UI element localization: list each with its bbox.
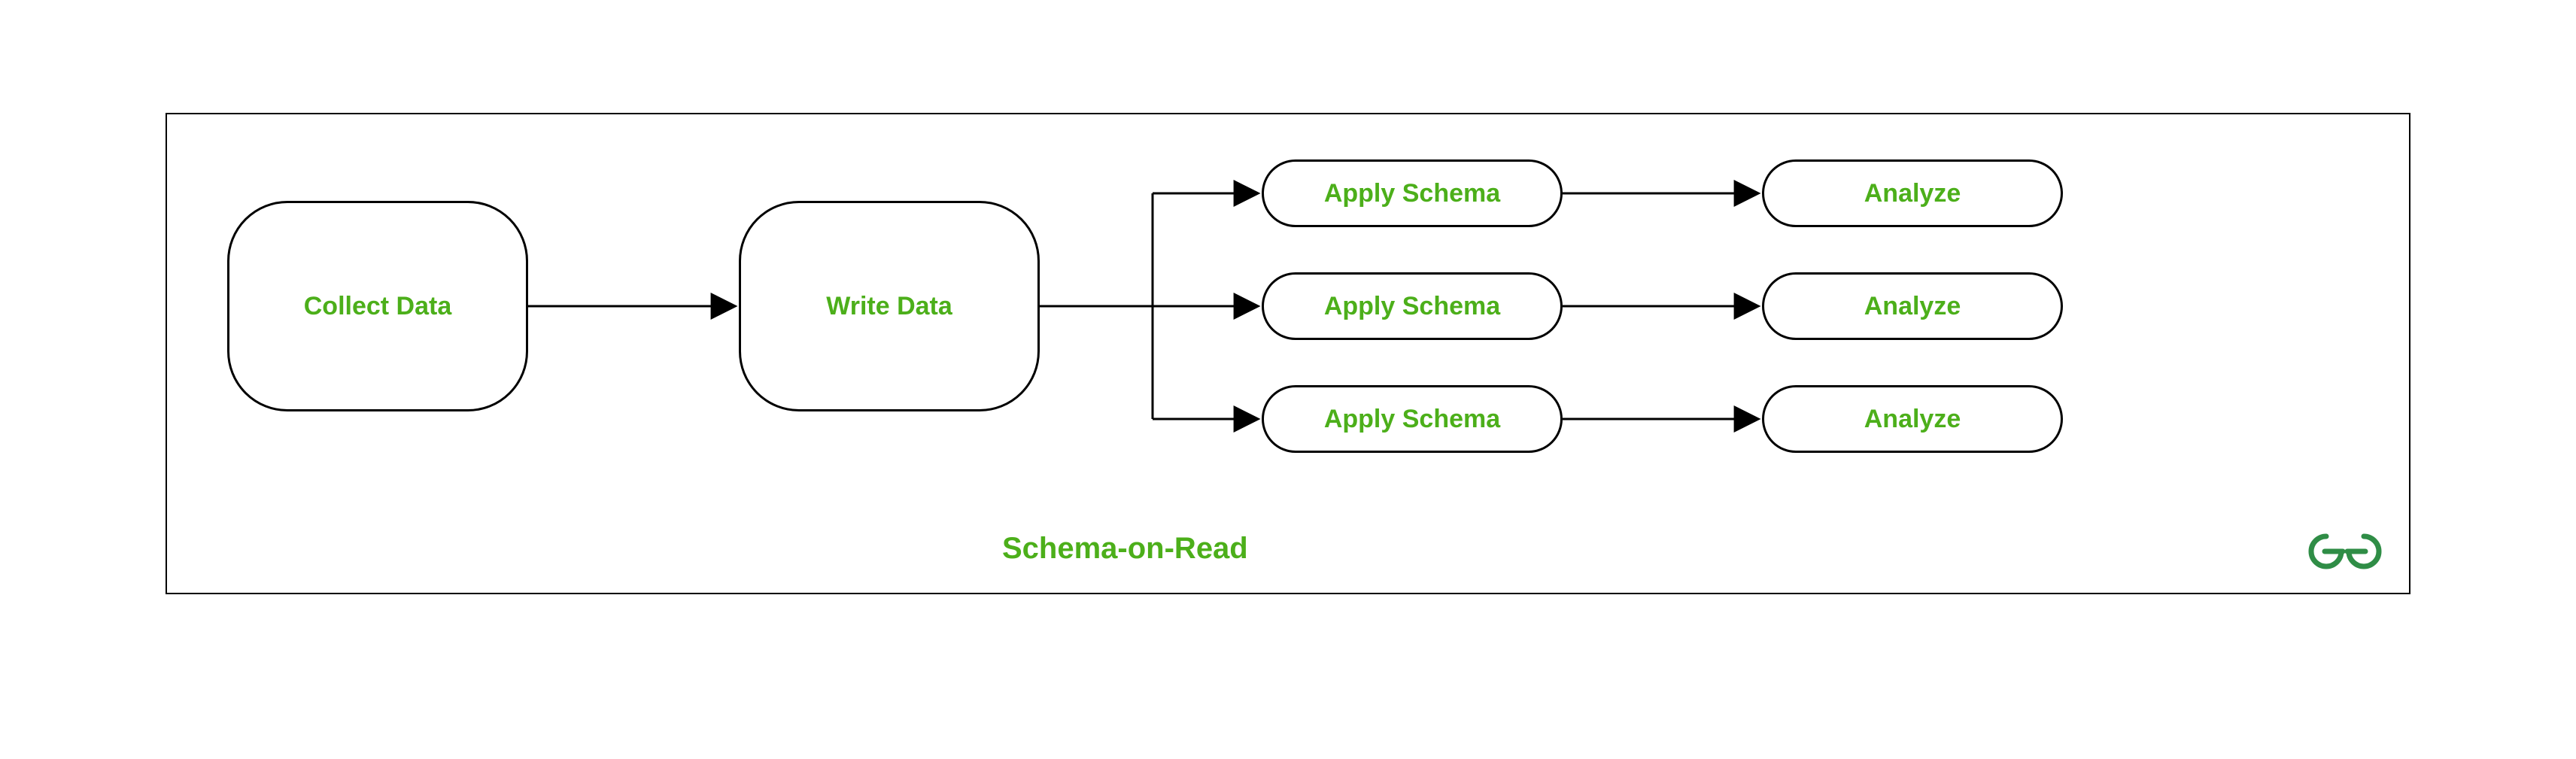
diagram-frame: Collect Data Write Data Apply Schema App… — [166, 113, 2410, 594]
geeksforgeeks-logo-icon — [2304, 529, 2386, 578]
arrow-layer — [167, 114, 2409, 593]
diagram-canvas: Collect Data Write Data Apply Schema App… — [0, 0, 2576, 759]
diagram-title: Schema-on-Read — [1002, 532, 1248, 566]
